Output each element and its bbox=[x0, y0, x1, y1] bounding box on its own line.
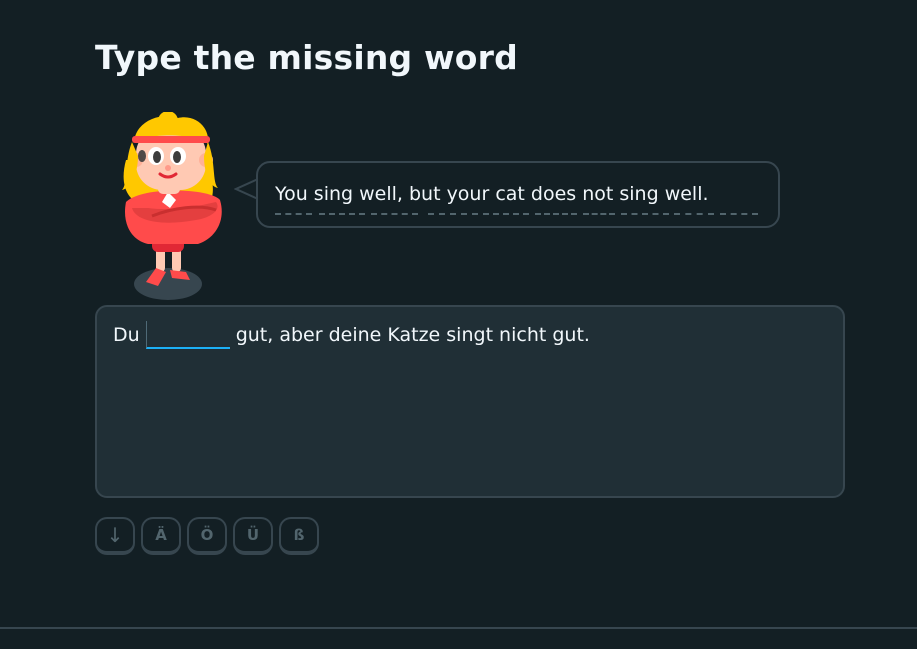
missing-word-input[interactable] bbox=[145, 321, 230, 349]
hint-underline[interactable] bbox=[275, 213, 312, 215]
hint-underline[interactable] bbox=[583, 213, 615, 215]
hint-underline[interactable] bbox=[720, 213, 758, 215]
sentence-prefix: Du bbox=[113, 324, 140, 346]
prompt-sentence[interactable]: You sing well, but your cat does not sin… bbox=[275, 180, 709, 208]
speech-bubble: You sing well, but your cat does not sin… bbox=[256, 161, 780, 228]
hint-underline[interactable] bbox=[674, 213, 714, 215]
hint-underline[interactable] bbox=[535, 213, 577, 215]
word-hint-underlines bbox=[275, 213, 761, 217]
hint-underline[interactable] bbox=[319, 213, 365, 215]
sentence-suffix: gut, aber deine Katze singt nicht gut. bbox=[235, 324, 590, 346]
key-o-umlaut[interactable]: Ö bbox=[187, 517, 227, 555]
hint-underline[interactable] bbox=[371, 213, 418, 215]
fill-in-sentence: Du gut, aber deine Katze singt nicht gut… bbox=[113, 321, 590, 349]
hint-underline[interactable] bbox=[428, 213, 478, 215]
key-eszett[interactable]: ß bbox=[279, 517, 319, 555]
key-u-umlaut[interactable]: Ü bbox=[233, 517, 273, 555]
hint-underline[interactable] bbox=[621, 213, 669, 215]
hint-underline[interactable] bbox=[483, 213, 529, 215]
key-a-umlaut[interactable]: Ä bbox=[141, 517, 181, 555]
speech-bubble-tail bbox=[234, 178, 258, 200]
arrow-down-icon[interactable]: ↓ bbox=[95, 517, 135, 555]
lily-character-icon bbox=[112, 111, 238, 304]
footer-divider bbox=[0, 627, 917, 629]
answer-box: Du gut, aber deine Katze singt nicht gut… bbox=[95, 305, 845, 498]
page-title: Type the missing word bbox=[95, 38, 518, 77]
special-character-keys: ↓ Ä Ö Ü ß bbox=[95, 517, 319, 555]
